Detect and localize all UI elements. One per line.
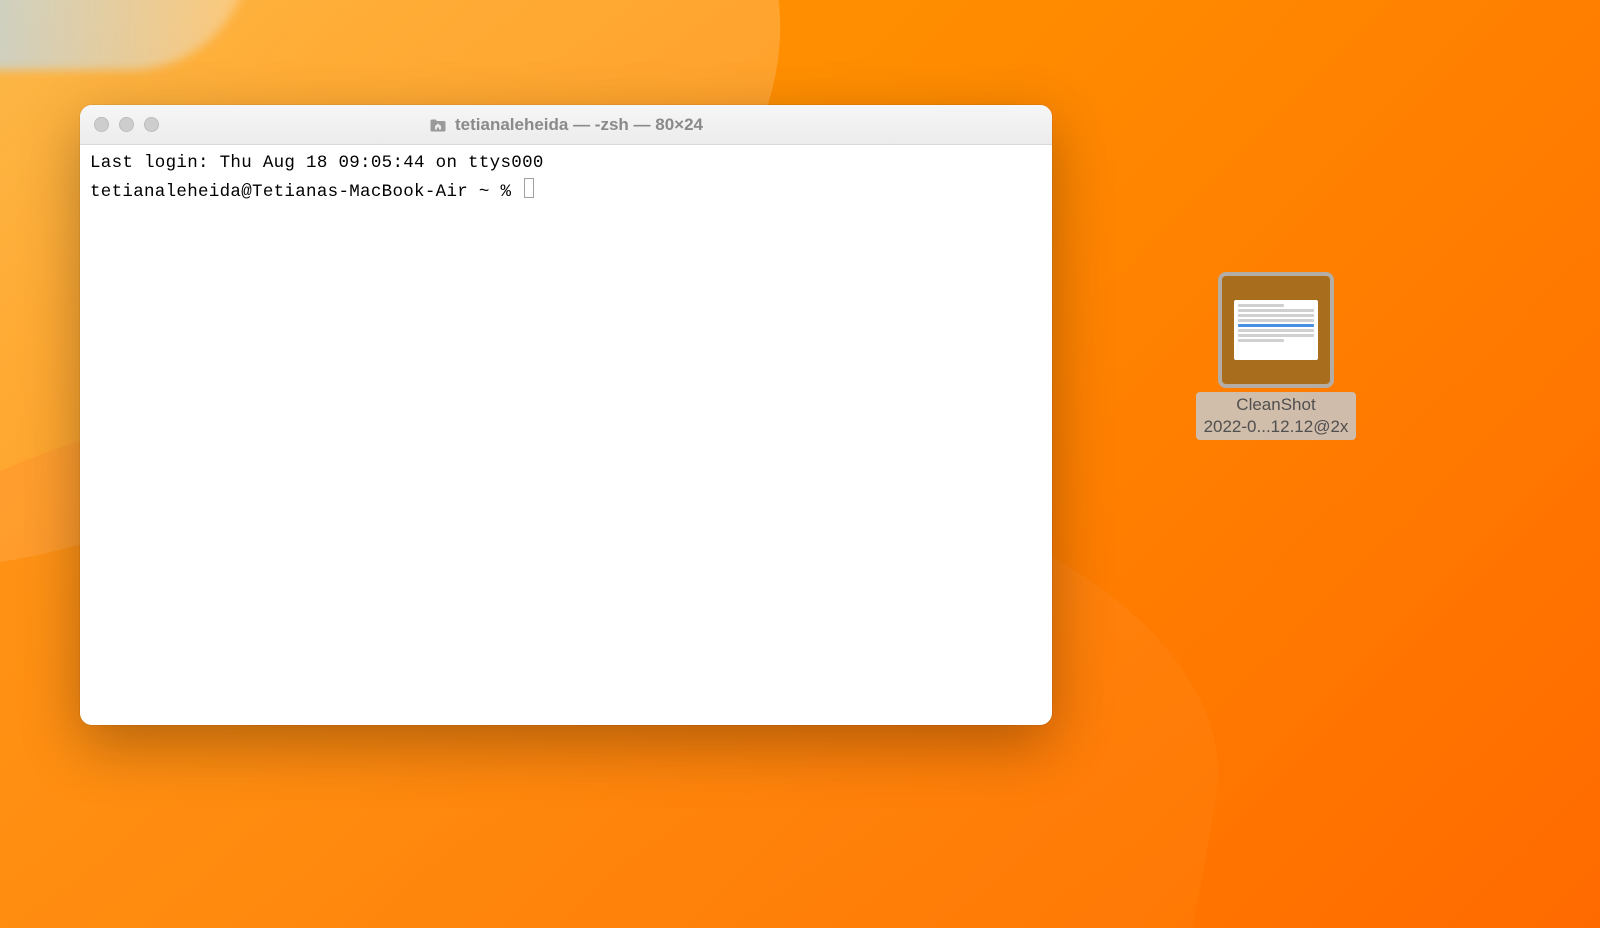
file-name-line2: 2022-0...12.12@2x — [1204, 416, 1349, 438]
thumbnail-preview — [1234, 300, 1318, 360]
terminal-prompt-line: tetianaleheida@Tetianas-MacBook-Air ~ % — [90, 176, 1042, 205]
window-titlebar[interactable]: tetianaleheida — -zsh — 80×24 — [80, 105, 1052, 145]
file-name-line1: CleanShot — [1204, 394, 1349, 416]
home-folder-icon — [429, 117, 447, 133]
terminal-cursor[interactable] — [524, 178, 534, 198]
terminal-last-login: Last login: Thu Aug 18 09:05:44 on ttys0… — [90, 151, 1042, 176]
close-button[interactable] — [94, 117, 109, 132]
window-title: tetianaleheida — -zsh — 80×24 — [429, 115, 703, 135]
file-thumbnail[interactable] — [1218, 272, 1334, 388]
desktop-file-item[interactable]: CleanShot 2022-0...12.12@2x — [1168, 272, 1384, 440]
minimize-button[interactable] — [119, 117, 134, 132]
terminal-content-area[interactable]: Last login: Thu Aug 18 09:05:44 on ttys0… — [80, 145, 1052, 725]
traffic-lights — [94, 117, 159, 132]
maximize-button[interactable] — [144, 117, 159, 132]
window-title-text: tetianaleheida — -zsh — 80×24 — [455, 115, 703, 135]
terminal-prompt: tetianaleheida@Tetianas-MacBook-Air ~ % — [90, 180, 522, 205]
terminal-window[interactable]: tetianaleheida — -zsh — 80×24 Last login… — [80, 105, 1052, 725]
file-label: CleanShot 2022-0...12.12@2x — [1196, 392, 1357, 440]
